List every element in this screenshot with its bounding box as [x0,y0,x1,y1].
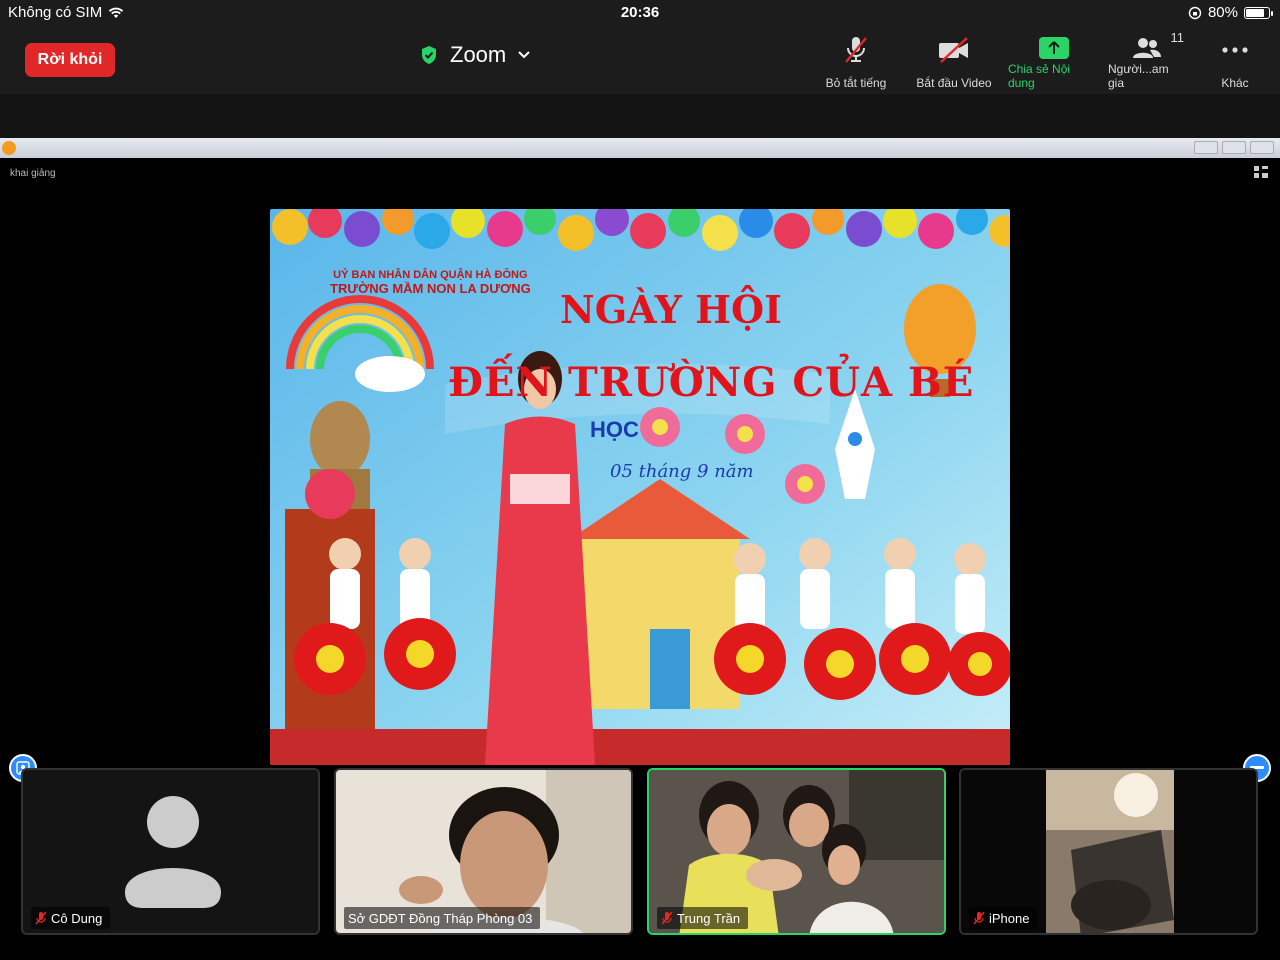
banner-org-line1: UỶ BAN NHÂN DÂN QUẬN HÀ ĐÔNG [333,269,528,281]
banner-title-line2: ĐẾN TRƯỜNG CỦA BÉ [448,359,975,406]
toolbar-spacer [0,94,1280,138]
toolbar-actions: Bỏ tắt tiếng Bắt đầu Video Chia sẻ Nội d… [808,30,1280,90]
microphone-muted-icon [35,911,47,925]
meeting-title: Zoom [450,42,507,67]
start-video-button[interactable]: Bắt đầu Video [904,34,1004,90]
rotation-lock-icon [1188,6,1202,19]
minimize-icon [1194,141,1218,154]
banner-subtitle: HỌC [590,417,639,442]
start-video-label: Bắt đầu Video [916,76,992,90]
more-label: Khác [1221,76,1249,90]
participant-name: Trung Trần [677,910,741,926]
status-bar: Không có SIM 20:36 80% [0,0,1280,26]
battery-percent: 80% [1207,4,1238,21]
shared-window-label: khai giảng [10,168,56,179]
gallery-view-icon[interactable] [1254,166,1268,178]
more-dots-icon [1222,47,1248,53]
battery-icon [1244,6,1273,19]
participant-name-tag: Sở GDĐT Đồng Tháp Phòng 03 [344,907,541,929]
participant-tile[interactable]: Sở GDĐT Đồng Tháp Phòng 03 [334,768,633,935]
more-button[interactable]: Khác [1190,34,1280,90]
participant-name-tag: Trung Trần [657,907,749,929]
banner-org: UỶ BAN NHÂN DÂN QUẬN HÀ ĐÔNG TRƯỜNG MẦM … [330,269,531,296]
unmute-label: Bỏ tắt tiếng [825,76,887,90]
unmute-button[interactable]: Bỏ tắt tiếng [808,34,904,90]
microphone-muted-icon [973,911,985,925]
window-controls [1194,141,1274,154]
participant-name-tag: iPhone [969,907,1038,929]
participant-tile[interactable]: iPhone [959,768,1258,935]
microphone-muted-icon [661,911,673,925]
participants-icon [1133,38,1161,58]
participant-name: Sở GDĐT Đồng Tháp Phòng 03 [348,910,533,926]
video-camera-muted-icon [939,37,968,63]
participant-name-tag: Cô Dung [31,907,111,929]
participant-tile-active[interactable]: Trung Trần [647,768,946,935]
player-app-icon [2,141,16,155]
banner-date: 05 tháng 9 năm [610,461,754,482]
chevron-down-icon [518,51,530,59]
meeting-toolbar: Rời khỏi Zoom Bỏ tắt tiếng Bắt đầu Video… [0,26,1280,94]
share-arrow-icon [1039,37,1069,59]
participant-strip: Cô Dung Sở GDĐT Đồng Tháp Phòng 03 Trung… [0,754,1280,960]
participants-count: 11 [1170,30,1185,45]
share-content-label: Chia sẻ Nội dung [1008,62,1071,90]
clock: 20:36 [620,4,660,21]
participant-tile[interactable]: Cô Dung [21,768,320,935]
shared-video: UỶ BAN NHÂN DÂN QUẬN HÀ ĐÔNG TRƯỜNG MẦM … [270,209,1010,765]
banner-title-line1: NGÀY HỘI [560,287,782,332]
participant-name: Cô Dung [51,910,103,926]
close-icon [1250,141,1274,154]
participants-button[interactable]: 11 Người...am gia [1104,30,1190,90]
microphone-muted-icon [845,37,867,63]
share-content-button[interactable]: Chia sẻ Nội dung [1004,34,1104,90]
banner-org-line2: TRƯỜNG MẦM NON LA DƯƠNG [330,281,531,296]
shared-window-titlebar [0,138,1280,158]
participant-name: iPhone [989,910,1030,926]
meeting-title-dropdown[interactable]: Zoom [420,42,530,68]
leave-button[interactable]: Rời khỏi [25,43,115,77]
shield-icon [422,46,436,64]
shared-screen: khai giảng UỶ BAN NHÂN DÂN QUẬN HÀ ĐÔNG … [0,138,1280,768]
participants-label: Người...am gia [1108,62,1169,90]
restore-icon [1222,141,1246,154]
